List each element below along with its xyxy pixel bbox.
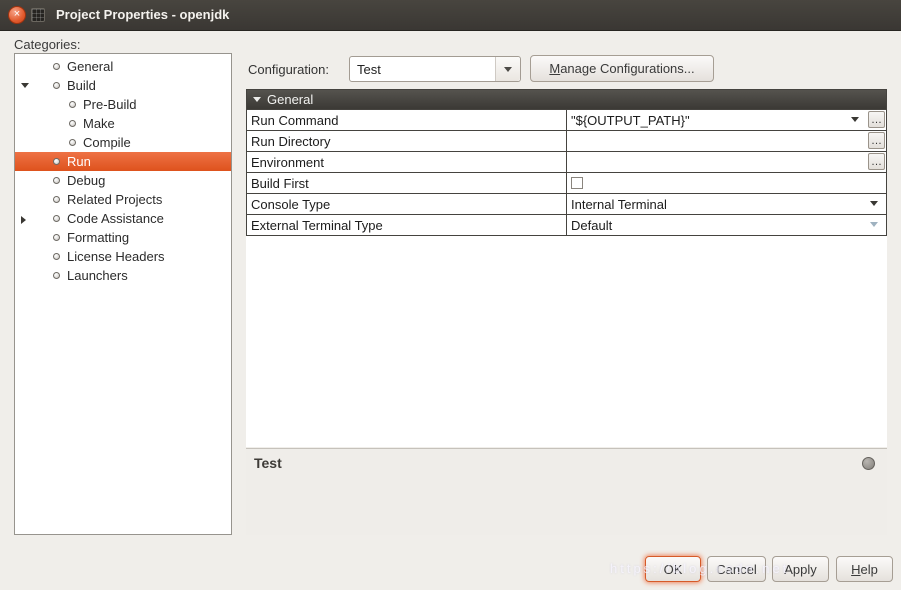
browse-button[interactable]: … — [868, 153, 885, 170]
tree-item-code-assistance[interactable]: Code Assistance — [15, 209, 231, 228]
tree-item-label: Compile — [83, 135, 131, 150]
property-value-cell[interactable] — [567, 173, 886, 193]
expander-right-icon[interactable] — [21, 216, 26, 224]
configuration-label: Configuration: — [248, 62, 329, 77]
bullet-icon — [69, 101, 76, 108]
close-icon: × — [14, 8, 20, 20]
dropdown-button[interactable] — [495, 57, 520, 81]
configuration-value: Test — [357, 62, 381, 77]
categories-tree[interactable]: General Build Pre-Build Make Compile Run… — [14, 53, 232, 535]
property-value: Default — [571, 218, 612, 233]
bullet-icon — [53, 63, 60, 70]
section-header-general[interactable]: General — [247, 90, 886, 109]
close-button[interactable]: × — [8, 6, 26, 24]
bullet-icon — [53, 272, 60, 279]
bullet-icon — [53, 177, 60, 184]
bullet-icon — [53, 158, 60, 165]
tree-item-general[interactable]: General — [15, 57, 231, 76]
tree-item-pre-build[interactable]: Pre-Build — [15, 95, 231, 114]
property-row-console-type[interactable]: Console Type Internal Terminal — [247, 193, 886, 214]
property-row-environment[interactable]: Environment … — [247, 151, 886, 172]
property-name: Run Directory — [247, 131, 567, 151]
property-name: Environment — [247, 152, 567, 172]
project-properties-dialog: × Project Properties - openjdk Categorie… — [0, 0, 901, 590]
property-value-cell[interactable]: … — [567, 131, 886, 151]
bullet-icon — [53, 253, 60, 260]
tree-item-label: Run — [67, 154, 91, 169]
tree-item-compile[interactable]: Compile — [15, 133, 231, 152]
tree-item-label: General — [67, 59, 113, 74]
section-collapse-icon[interactable] — [253, 97, 261, 102]
tree-item-make[interactable]: Make — [15, 114, 231, 133]
window-title: Project Properties - openjdk — [56, 7, 229, 22]
property-name: Run Command — [247, 110, 567, 130]
bullet-icon — [53, 215, 60, 222]
bullet-icon — [53, 196, 60, 203]
property-value-cell[interactable]: Default — [567, 215, 886, 235]
property-value: "${OUTPUT_PATH}" — [571, 113, 690, 128]
description-title: Test — [254, 455, 282, 471]
tree-item-label: License Headers — [67, 249, 165, 264]
tree-item-label: Launchers — [67, 268, 128, 283]
tree-item-debug[interactable]: Debug — [15, 171, 231, 190]
manage-configurations-button[interactable]: Manage Configurations... — [530, 55, 714, 82]
tree-item-run-selected[interactable]: Run — [15, 152, 231, 171]
expander-down-icon[interactable] — [21, 83, 29, 88]
apply-button[interactable]: Apply — [772, 556, 829, 582]
property-row-run-directory[interactable]: Run Directory … — [247, 130, 886, 151]
property-row-external-terminal-type[interactable]: External Terminal Type Default — [247, 214, 886, 235]
browse-button[interactable]: … — [868, 132, 885, 149]
property-value: Internal Terminal — [571, 197, 667, 212]
help-button[interactable]: Help — [836, 556, 893, 582]
bullet-icon — [69, 139, 76, 146]
property-value-cell[interactable]: Internal Terminal — [567, 194, 886, 214]
tree-item-label: Debug — [67, 173, 105, 188]
chevron-down-icon[interactable] — [870, 201, 878, 206]
property-value-cell[interactable]: "${OUTPUT_PATH}" … — [567, 110, 886, 130]
tree-item-label: Build — [67, 78, 96, 93]
chevron-down-icon — [504, 67, 512, 72]
tree-item-label: Make — [83, 116, 115, 131]
build-first-checkbox[interactable] — [571, 177, 583, 189]
property-sheet: General Run Command "${OUTPUT_PATH}" … R… — [246, 89, 887, 236]
ok-button[interactable]: OK — [645, 556, 701, 582]
property-row-run-command[interactable]: Run Command "${OUTPUT_PATH}" … — [247, 109, 886, 130]
property-name: Build First — [247, 173, 567, 193]
bullet-icon — [53, 234, 60, 241]
tree-item-license-headers[interactable]: License Headers — [15, 247, 231, 266]
configuration-select[interactable]: Test — [349, 56, 521, 82]
tree-item-related-projects[interactable]: Related Projects — [15, 190, 231, 209]
cancel-button[interactable]: Cancel — [707, 556, 766, 582]
property-name: External Terminal Type — [247, 215, 567, 235]
tree-item-label: Formatting — [67, 230, 129, 245]
browse-button[interactable]: … — [868, 111, 885, 128]
tree-item-launchers[interactable]: Launchers — [15, 266, 231, 285]
tree-item-build[interactable]: Build — [15, 76, 231, 95]
chevron-down-icon[interactable] — [851, 117, 859, 122]
tree-item-label: Code Assistance — [67, 211, 164, 226]
titlebar[interactable]: × Project Properties - openjdk — [0, 0, 901, 31]
status-badge-icon — [862, 457, 875, 470]
description-panel: Test — [246, 448, 887, 535]
property-name: Console Type — [247, 194, 567, 214]
app-icon — [31, 8, 45, 22]
bullet-icon — [69, 120, 76, 127]
section-header-label: General — [267, 92, 313, 107]
tree-item-label: Pre-Build — [83, 97, 136, 112]
bullet-icon — [53, 82, 60, 89]
property-value-cell[interactable]: … — [567, 152, 886, 172]
property-row-build-first[interactable]: Build First — [247, 172, 886, 193]
tree-item-formatting[interactable]: Formatting — [15, 228, 231, 247]
chevron-down-disabled-icon — [870, 222, 878, 227]
tree-item-label: Related Projects — [67, 192, 162, 207]
categories-label: Categories: — [14, 37, 81, 52]
